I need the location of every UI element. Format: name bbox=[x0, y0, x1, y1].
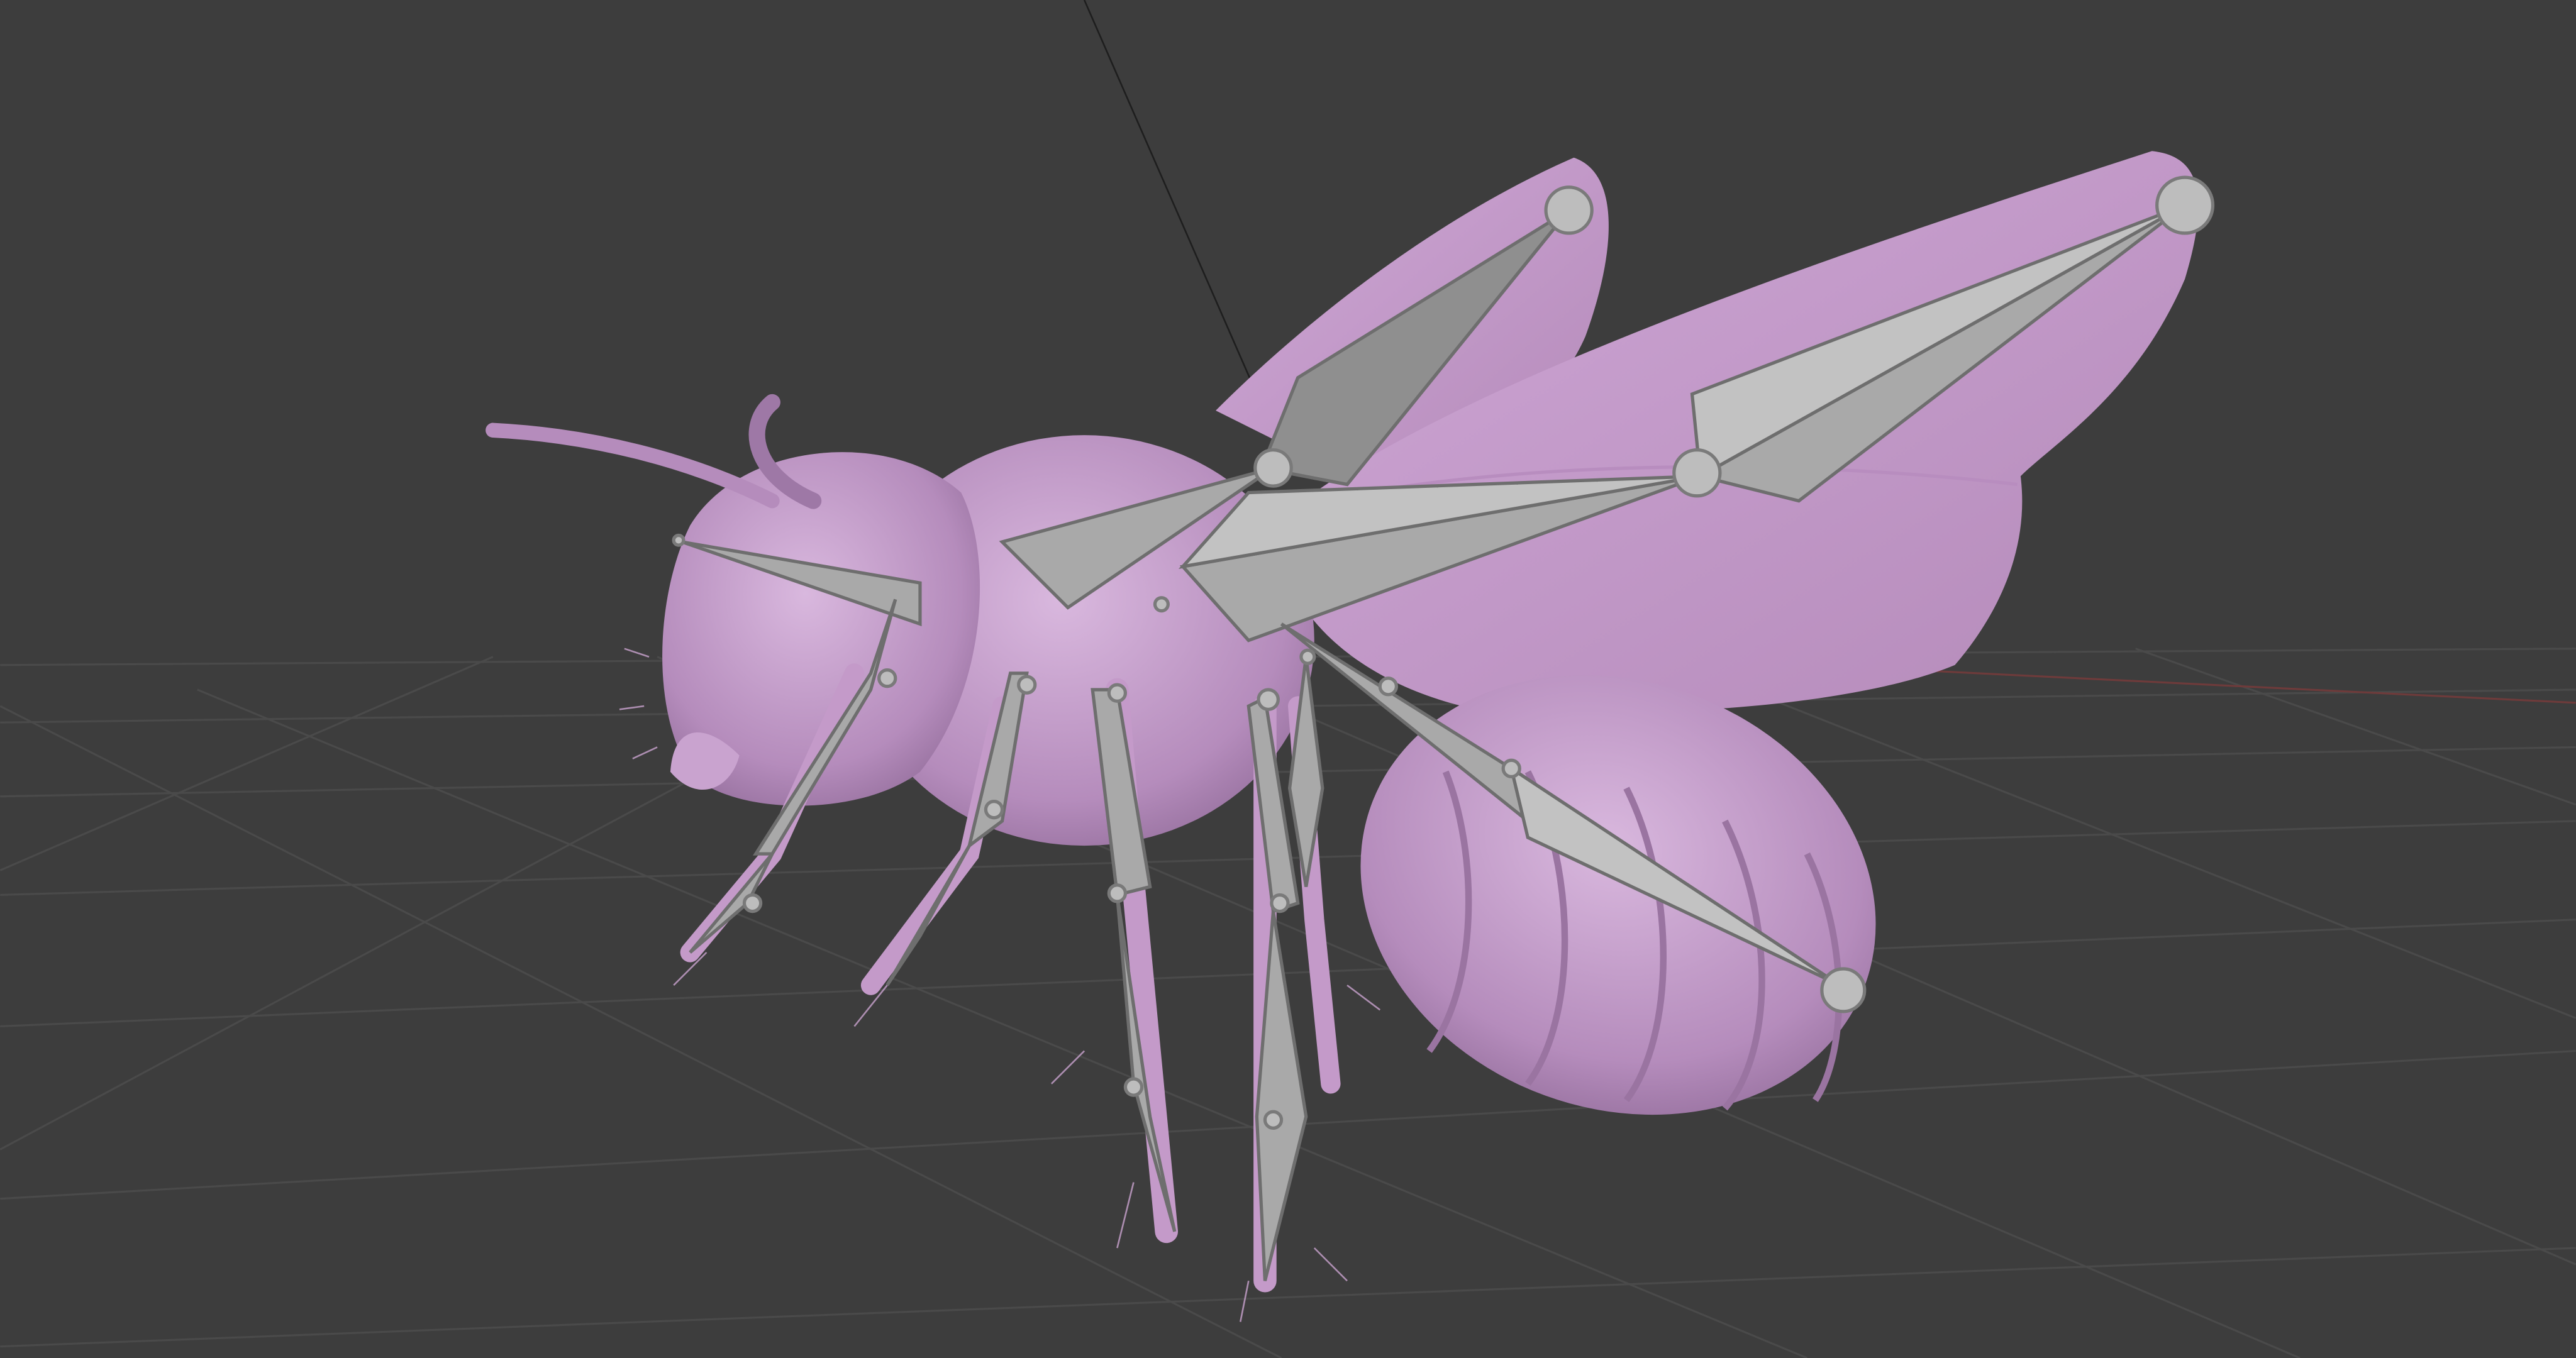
bone-leg-mid-lower[interactable] bbox=[886, 844, 971, 986]
joint-leg-11[interactable] bbox=[1299, 648, 1316, 665]
joint-leg-12[interactable] bbox=[1153, 596, 1170, 613]
joint-leg-7[interactable] bbox=[1257, 688, 1280, 711]
joint-leg-10[interactable] bbox=[1263, 1110, 1284, 1130]
joint-leg-3[interactable] bbox=[1017, 675, 1037, 695]
joint-head[interactable] bbox=[672, 533, 686, 547]
joint-wing-rear-tip[interactable] bbox=[2155, 175, 2215, 235]
joint-wing-rear-root[interactable] bbox=[1672, 448, 1722, 498]
z-axis-line bbox=[1083, 0, 1258, 395]
joint-wing-front-tip[interactable] bbox=[1544, 185, 1594, 235]
joint-leg-5[interactable] bbox=[1107, 683, 1128, 703]
joint-spine-mid[interactable] bbox=[1378, 676, 1398, 697]
joint-leg-8[interactable] bbox=[1270, 893, 1290, 914]
joint-leg-4[interactable] bbox=[984, 799, 1004, 820]
joint-spine[interactable] bbox=[1501, 758, 1521, 779]
3d-viewport[interactable] bbox=[0, 0, 2576, 1358]
joint-leg-9[interactable] bbox=[1123, 1077, 1144, 1097]
joint-leg-2[interactable] bbox=[742, 893, 763, 914]
joint-abdomen-tip[interactable] bbox=[1820, 967, 1867, 1013]
joint-leg-6[interactable] bbox=[1107, 883, 1128, 903]
viewport-scene bbox=[0, 0, 2576, 1358]
joint-leg-1[interactable] bbox=[877, 668, 897, 688]
joint-wing-front-root[interactable] bbox=[1253, 448, 1293, 488]
